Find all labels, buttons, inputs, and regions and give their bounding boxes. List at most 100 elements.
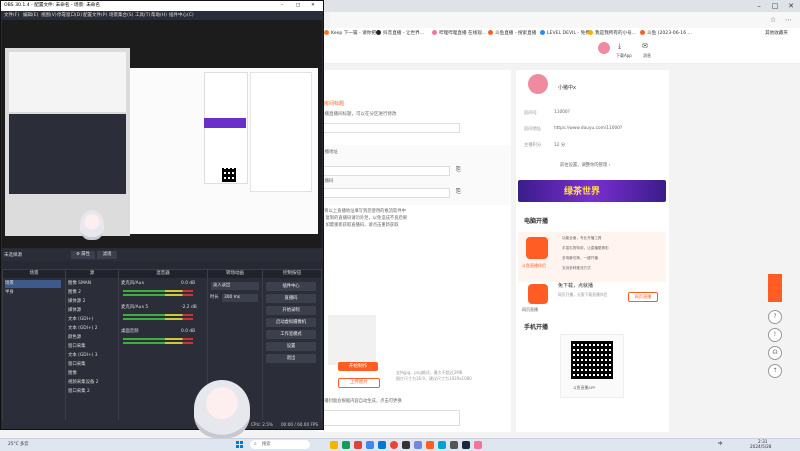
app-icon[interactable] xyxy=(354,441,362,449)
menu-docks[interactable]: 停靠窗口(D) xyxy=(57,11,82,20)
start-button[interactable]: 开始制作 xyxy=(338,362,378,371)
scenes-title: 场景 xyxy=(3,270,65,278)
menu-tools[interactable]: 工具(T) xyxy=(135,11,150,20)
source-item[interactable]: 媒体源 xyxy=(68,307,81,315)
bookmark-item[interactable]: 斗鱼 (2023-06-16 ... xyxy=(640,30,692,37)
start-recording-button[interactable]: 开始录制 xyxy=(266,306,316,315)
source-item[interactable]: 图像 xyxy=(68,370,77,378)
bookmark-item[interactable]: 抖音直播 - 让世界... xyxy=(376,30,424,37)
mixer-channel-db: 0.0 dB xyxy=(181,281,196,286)
menu-plugins[interactable]: 插件中心(C) xyxy=(169,11,194,20)
streamer-sidebar: 小猪中x 房间号 11000? 房间地址 https://www.douyu.c… xyxy=(516,70,669,432)
transition-select[interactable]: 淡入淡出 xyxy=(211,282,259,290)
menu-edit[interactable]: 编辑(E) xyxy=(23,11,38,20)
more-icon[interactable]: ⋯ xyxy=(785,16,792,24)
source-item[interactable]: 文本 (GDI+) xyxy=(68,316,93,324)
duration-input[interactable]: 300 ms xyxy=(222,294,258,302)
download-icon[interactable]: ⤓ xyxy=(618,42,621,51)
mixer-channel-db: -2.2 dB xyxy=(181,305,197,310)
other-bookmarks[interactable]: 其他收藏夹 xyxy=(765,30,788,37)
maximize-icon[interactable]: □ xyxy=(768,1,782,11)
bookmark-item[interactable]: 哔哩哔哩直播 在线观... xyxy=(432,30,486,37)
avatar[interactable] xyxy=(598,42,610,54)
copy-icon[interactable]: ⎘ xyxy=(456,188,461,196)
menu-help[interactable]: 帮助(H) xyxy=(151,11,167,20)
windows-start-icon[interactable] xyxy=(236,441,244,449)
source-item[interactable]: 窗口采集 xyxy=(68,361,86,369)
upload-button[interactable]: 上传图片 xyxy=(338,378,380,388)
menu-view[interactable]: 视图(V) xyxy=(41,11,57,20)
top-icon[interactable]: ↑ xyxy=(768,364,782,378)
cover-tag-input[interactable] xyxy=(320,410,460,426)
bookmark-item[interactable]: Keep 下一篇 - 请你把... xyxy=(324,30,380,37)
studio-mode-button[interactable]: 工作室模式 xyxy=(266,330,316,339)
app-icon[interactable] xyxy=(342,441,350,449)
tip: 2. 如需重新获取直播码，请点击重新获取 xyxy=(320,223,399,228)
properties-button[interactable]: ⚙ 属性 xyxy=(71,251,95,259)
obs-icon[interactable] xyxy=(402,441,410,449)
pc-card[interactable]: 斗鱼直播伴侣 功能全面，专业开播工具 丰富礼物特效，让直播更精彩 多场景切换，一… xyxy=(518,232,666,282)
bookmark-item[interactable]: 我是我所有的小号... xyxy=(588,30,636,37)
web-desc: 网页开播，无需下载直播伴侣 xyxy=(558,292,608,297)
exit-button[interactable]: 退出 xyxy=(266,354,316,363)
web-live-button[interactable]: 网页直播 xyxy=(628,292,658,302)
source-item[interactable]: 媒体源 2 xyxy=(68,298,85,306)
star-icon[interactable]: ☆ xyxy=(770,16,776,24)
obs-preview[interactable] xyxy=(2,20,322,248)
headset-icon[interactable]: ☊ xyxy=(768,346,782,360)
filters-button[interactable]: 滤镜 xyxy=(97,251,117,259)
clock-date[interactable]: 2024/5/28 xyxy=(750,444,771,449)
taskbar-search[interactable]: ⌕ 搜索 xyxy=(250,440,310,449)
douyu-icon[interactable] xyxy=(426,441,434,449)
app-icon[interactable] xyxy=(438,441,446,449)
settings-button[interactable]: 设置 xyxy=(266,342,316,351)
minimize-icon[interactable]: – xyxy=(281,1,283,11)
menu-scene-collection[interactable]: 场景集合(S) xyxy=(109,11,133,20)
app-icon[interactable] xyxy=(450,441,458,449)
minimize-icon[interactable]: – xyxy=(752,1,766,11)
source-item[interactable]: 文本 (GDI+) 2 xyxy=(68,325,98,333)
virtual-camera-button[interactable]: 启动虚拟摄像机 xyxy=(266,318,316,327)
qr-caption: 斗鱼直播APP xyxy=(573,385,596,390)
menu-profile[interactable]: 配置文件(P) xyxy=(83,11,107,20)
info-icon[interactable]: ! xyxy=(768,328,782,342)
close-icon[interactable]: ✕ xyxy=(311,1,315,11)
bookmark-item[interactable]: LEVEL DEVIL - 免费... xyxy=(540,30,594,37)
app-icon[interactable] xyxy=(414,441,422,449)
bell-icon[interactable]: ✉ xyxy=(642,42,648,50)
manage-link[interactable]: 前往设置，调整你的管理 › xyxy=(560,162,610,168)
file-explorer-icon[interactable] xyxy=(330,441,338,449)
source-item[interactable]: 视频采集设备 2 xyxy=(68,379,99,387)
source-item[interactable]: 窗口采集 xyxy=(68,343,86,351)
close-icon[interactable]: ✕ xyxy=(784,1,798,11)
promo-banner[interactable]: 绿茶世界 xyxy=(518,180,666,202)
stream-addr-input[interactable] xyxy=(320,166,450,176)
bookmark-item[interactable]: 斗鱼直播 - 搜索直播 xyxy=(488,30,536,37)
stream-key-input[interactable] xyxy=(320,188,450,198)
copy-icon[interactable]: ⎘ xyxy=(456,166,461,174)
room-link[interactable]: https://www.douyu.com/11000? xyxy=(554,126,622,131)
source-item[interactable]: 图像 2 xyxy=(68,289,81,297)
maximize-icon[interactable]: □ xyxy=(296,1,300,11)
vtuber-avatar-large xyxy=(194,380,250,438)
app-icon[interactable] xyxy=(474,441,482,449)
source-item[interactable]: 文本 (GDI+) 3 xyxy=(68,352,98,360)
edge-icon[interactable] xyxy=(378,441,386,449)
scene-item[interactable]: 场景 xyxy=(5,280,61,288)
browser-toolbar: ☆ ⋯ xyxy=(330,12,800,28)
steam-icon[interactable] xyxy=(462,441,470,449)
source-item[interactable]: 窗口采集 2 xyxy=(68,388,90,396)
scene-item[interactable]: 半身 xyxy=(5,289,14,297)
menu-file[interactable]: 文件(F) xyxy=(4,11,19,20)
chrome-icon[interactable] xyxy=(390,441,398,449)
stream-key-button[interactable]: 直播码 xyxy=(266,294,316,303)
weather-widget[interactable]: 25°C 多云 xyxy=(8,441,29,447)
app-icon[interactable] xyxy=(366,441,374,449)
rail-promo[interactable] xyxy=(768,274,782,302)
source-item[interactable]: 颜色源 xyxy=(68,334,81,342)
room-title-input[interactable] xyxy=(320,123,460,133)
source-item[interactable]: 图像 SMAN xyxy=(68,280,91,288)
plugin-center-button[interactable]: 插件中心 xyxy=(266,282,316,291)
ime-indicator[interactable]: 中 xyxy=(718,441,723,447)
help-icon[interactable]: ? xyxy=(768,310,782,324)
